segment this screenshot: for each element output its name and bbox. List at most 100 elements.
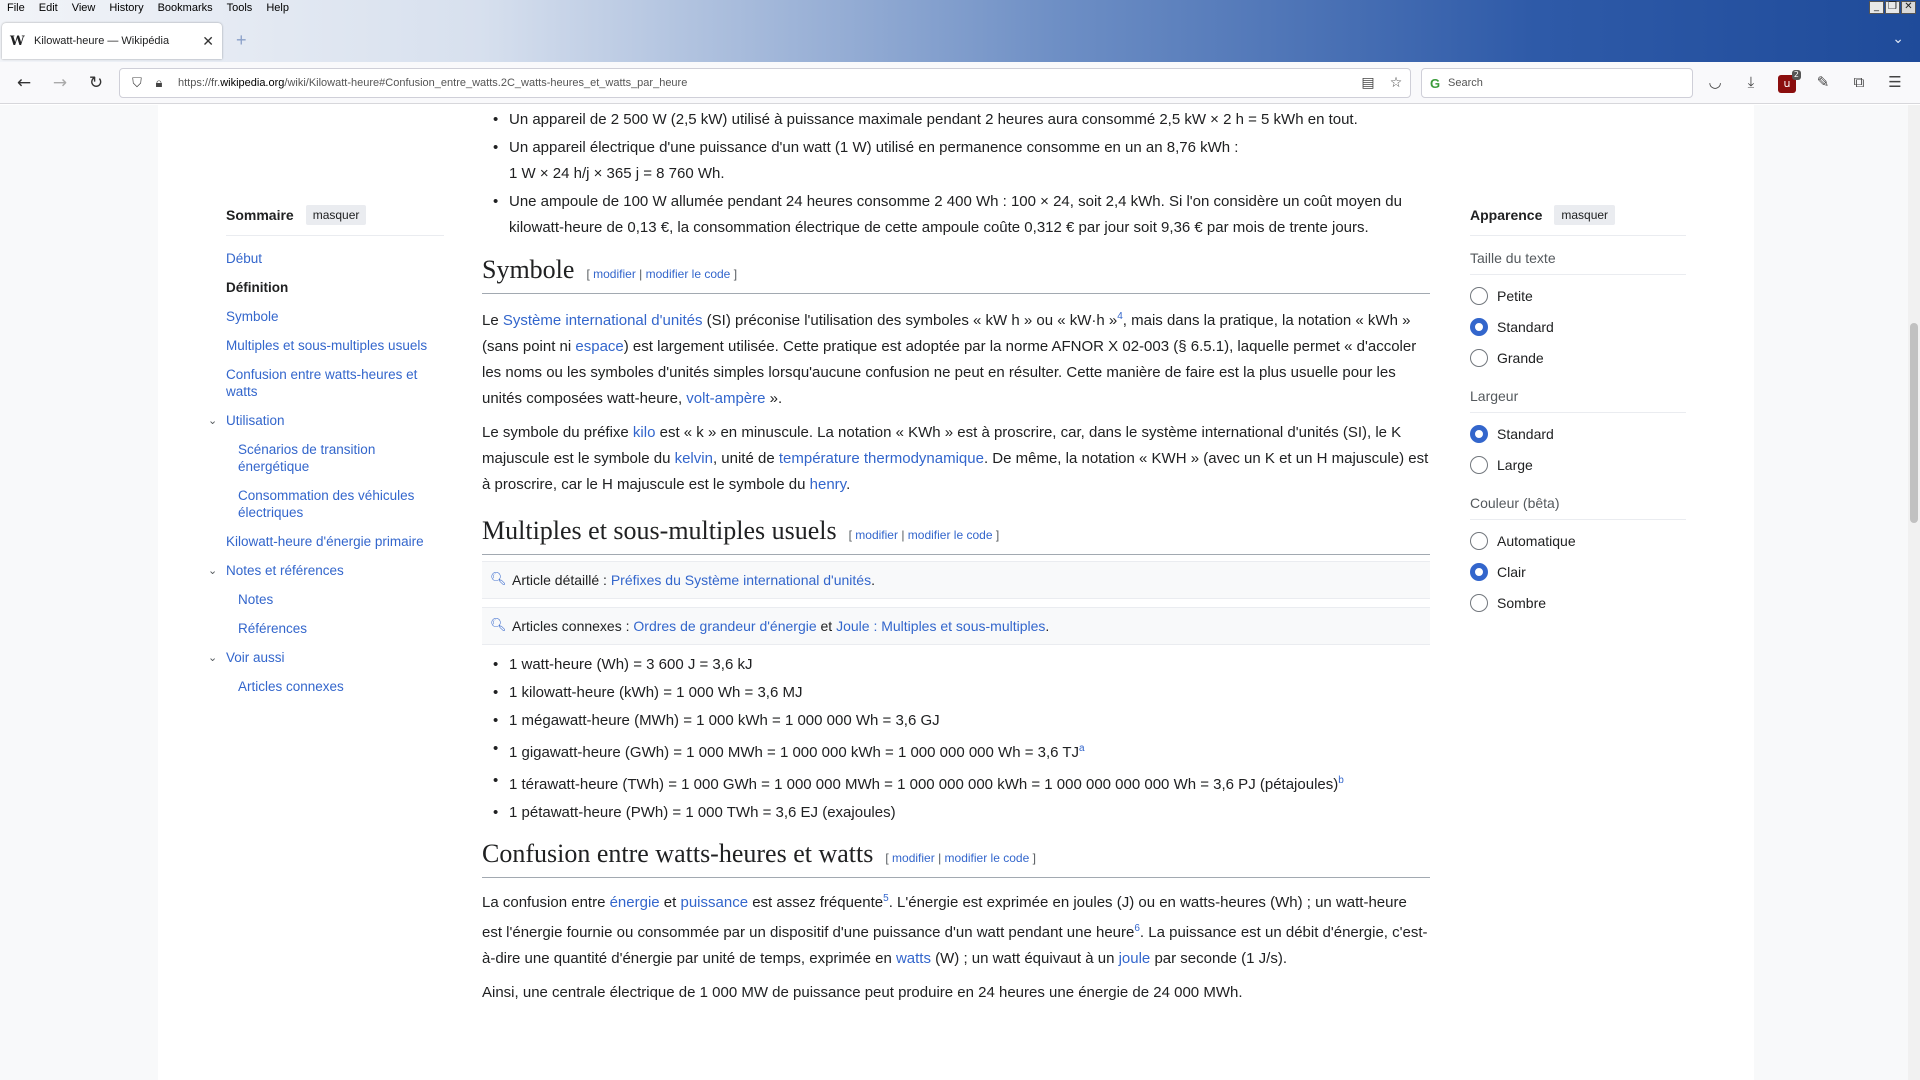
link-espace[interactable]: espace <box>575 338 623 355</box>
toc-item-vehicules[interactable]: Consommation des véhicules électriques <box>238 487 444 521</box>
edit-link[interactable]: modifier <box>855 528 898 542</box>
radio-icon[interactable] <box>1470 594 1488 612</box>
new-tab-icon[interactable]: + <box>236 30 247 51</box>
radio-icon[interactable] <box>1470 456 1488 474</box>
chevron-down-icon[interactable]: ⌄ <box>208 562 217 579</box>
list-item: 1 pétawatt-heure (PWh) = 1 000 TWh = 3,6… <box>482 799 1430 827</box>
restore-icon[interactable]: ❐ <box>1885 1 1900 14</box>
google-icon: G <box>1429 75 1441 91</box>
menu-view[interactable]: View <box>65 0 103 17</box>
radio-checked-icon[interactable] <box>1470 563 1488 581</box>
paragraph: Ainsi, une centrale électrique de 1 000 … <box>482 984 1243 1001</box>
toc-item-notes[interactable]: Notes <box>238 591 444 608</box>
window-controls: _ ❐ ✕ <box>1869 1 1916 14</box>
edit-link[interactable]: modifier <box>593 267 636 281</box>
reader-view-icon[interactable]: ▤ <box>1354 75 1382 91</box>
hamburger-menu-icon[interactable]: ☰ <box>1884 73 1906 95</box>
edit-code-link[interactable]: modifier le code <box>908 528 993 542</box>
link-joule[interactable]: joule <box>1119 950 1151 967</box>
group-label-text-size: Taille du texte <box>1470 250 1686 275</box>
link-joule-multiples[interactable]: Joule : Multiples et sous-multiples <box>836 618 1045 634</box>
address-bar[interactable]: ⛉ 🔒︎ https://fr.wikipedia.org/wiki/Kilow… <box>119 68 1411 98</box>
menu-history[interactable]: History <box>102 0 150 17</box>
reload-icon[interactable]: ↻ <box>84 71 108 95</box>
radio-icon[interactable] <box>1470 349 1488 367</box>
radio-text-size-standard[interactable]: Standard <box>1470 318 1686 336</box>
downloads-icon[interactable]: ⤓ <box>1740 73 1762 95</box>
radio-icon[interactable] <box>1470 532 1488 550</box>
link-watts[interactable]: watts <box>896 950 931 967</box>
menu-help[interactable]: Help <box>259 0 296 17</box>
edit-section-links: [ modifier | modifier le code ] <box>848 528 1000 542</box>
search-bar[interactable]: G Search <box>1421 68 1693 98</box>
radio-color-auto[interactable]: Automatique <box>1470 532 1686 550</box>
appearance-hide-button[interactable]: masquer <box>1554 205 1616 225</box>
chevron-down-icon[interactable]: ⌄ <box>208 412 217 429</box>
close-window-icon[interactable]: ✕ <box>1901 1 1916 14</box>
toc-item-definition[interactable]: Définition <box>226 279 444 296</box>
link-henry[interactable]: henry <box>810 476 846 493</box>
bookmark-star-icon[interactable]: ☆ <box>1382 75 1410 91</box>
edit-code-link[interactable]: modifier le code <box>945 851 1030 865</box>
link-si[interactable]: Système international d'unités <box>503 312 703 329</box>
toc-item-notes-references[interactable]: ⌄ Notes et références <box>208 562 444 579</box>
shield-icon[interactable]: ⛉ <box>126 76 148 91</box>
toc-item-energie-primaire[interactable]: Kilowatt-heure d'énergie primaire <box>226 533 444 550</box>
radio-color-light[interactable]: Clair <box>1470 563 1686 581</box>
tab-close-icon[interactable]: ✕ <box>202 33 214 50</box>
example-list: Un appareil de 2 500 W (2,5 kW) utilisé … <box>482 107 1430 241</box>
link-kelvin[interactable]: kelvin <box>675 450 713 467</box>
toc-item-symbole[interactable]: Symbole <box>226 308 444 325</box>
link-puissance[interactable]: puissance <box>681 894 749 911</box>
toc-item-articles-connexes[interactable]: Articles connexes <box>238 678 444 695</box>
radio-text-size-small[interactable]: Petite <box>1470 287 1686 305</box>
chevron-down-icon[interactable]: ⌄ <box>208 649 217 666</box>
tab-wikipedia[interactable]: W Kilowatt-heure — Wikipédia ✕ <box>2 23 222 59</box>
radio-width-standard[interactable]: Standard <box>1470 425 1686 443</box>
radio-icon[interactable] <box>1470 287 1488 305</box>
toc-item-multiples[interactable]: Multiples et sous-multiples usuels <box>226 337 444 354</box>
toc-hide-button[interactable]: masquer <box>305 205 367 225</box>
link-kilo[interactable]: kilo <box>633 424 656 441</box>
menu-file[interactable]: File <box>0 0 32 17</box>
back-arrow-icon[interactable]: ← <box>12 71 36 95</box>
page-scrollbar[interactable] <box>1908 105 1920 1080</box>
radio-width-large[interactable]: Large <box>1470 456 1686 474</box>
search-input[interactable]: Search <box>1448 77 1483 89</box>
radio-text-size-large[interactable]: Grande <box>1470 349 1686 367</box>
radio-checked-icon[interactable] <box>1470 425 1488 443</box>
toc-item-scenarios[interactable]: Scénarios de transition énergétique <box>238 441 444 475</box>
link-ordres-grandeur[interactable]: Ordres de grandeur d'énergie <box>633 618 816 634</box>
toc-item-confusion[interactable]: Confusion entre watts-heures et watts <box>226 366 444 400</box>
extensions-puzzle-icon[interactable]: ⧉ <box>1848 73 1870 95</box>
ublock-origin-icon[interactable]: u2 <box>1778 70 1801 93</box>
link-temperature[interactable]: température thermodynamique <box>779 450 984 467</box>
tab-list-chevron-icon[interactable]: ⌄ <box>1892 30 1904 47</box>
note-a[interactable]: a <box>1079 743 1085 754</box>
hatnote-detailed-article: 🔍︎ Article détaillé : Préfixes du Système… <box>482 561 1430 599</box>
menu-tools[interactable]: Tools <box>220 0 260 17</box>
scrollbar-thumb[interactable] <box>1910 323 1918 523</box>
edit-code-link[interactable]: modifier le code <box>646 267 731 281</box>
note-b[interactable]: b <box>1338 775 1344 786</box>
radio-color-dark[interactable]: Sombre <box>1470 594 1686 612</box>
minimize-icon[interactable]: _ <box>1869 1 1884 14</box>
list-item: 1 térawatt-heure (TWh) = 1 000 GWh = 1 0… <box>482 767 1430 799</box>
menu-bookmarks[interactable]: Bookmarks <box>151 0 220 17</box>
toc-item-utilisation[interactable]: ⌄ Utilisation <box>208 412 444 429</box>
link-volt-ampere[interactable]: volt-ampère <box>686 390 765 407</box>
pocket-icon[interactable]: ◡ <box>1704 73 1726 95</box>
lock-icon[interactable]: 🔒︎ <box>148 76 170 91</box>
link-prefixes-si[interactable]: Préfixes du Système international d'unit… <box>611 572 871 588</box>
ublock-count-badge: 2 <box>1791 70 1801 80</box>
toc-item-debut[interactable]: Début <box>226 250 444 267</box>
radio-checked-icon[interactable] <box>1470 318 1488 336</box>
toc-item-voir-aussi[interactable]: ⌄ Voir aussi <box>208 649 444 666</box>
menu-edit[interactable]: Edit <box>32 0 65 17</box>
link-energie[interactable]: énergie <box>610 894 660 911</box>
forward-arrow-icon[interactable]: → <box>48 71 72 95</box>
url-text[interactable]: https://fr.wikipedia.org/wiki/Kilowatt-h… <box>178 77 1354 89</box>
edit-link[interactable]: modifier <box>892 851 935 865</box>
extension-icon[interactable]: ✎ <box>1812 73 1834 95</box>
toc-item-references[interactable]: Références <box>238 620 444 637</box>
